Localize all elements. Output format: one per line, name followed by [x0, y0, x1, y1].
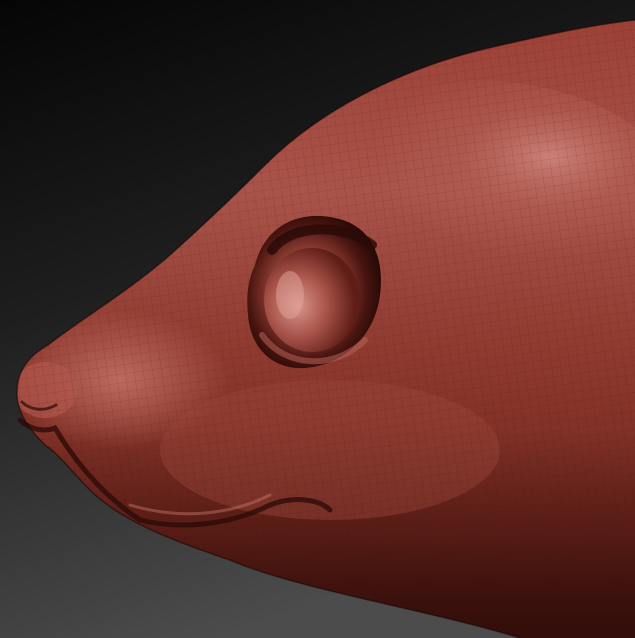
eye-highlight: [276, 271, 304, 319]
sculpt-viewport[interactable]: [0, 0, 635, 638]
sculpt-render: [0, 0, 635, 638]
